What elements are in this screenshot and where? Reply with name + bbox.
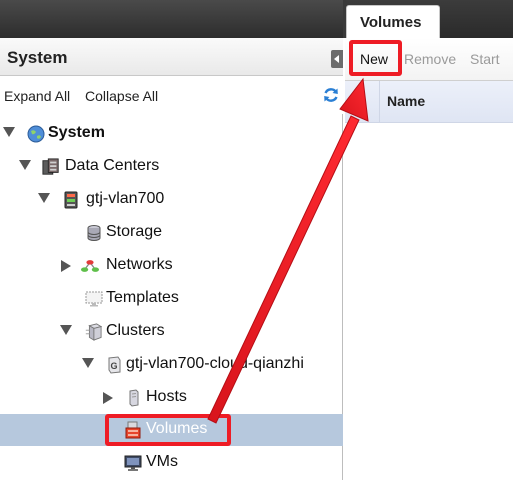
top-header-left bbox=[0, 0, 343, 38]
volumes-grid-header: Name bbox=[345, 81, 513, 123]
tree-node-data-centers[interactable]: Data Centers bbox=[0, 151, 343, 183]
tree-node-clusters[interactable]: Clusters bbox=[0, 316, 343, 348]
expand-all-button[interactable]: Expand All bbox=[4, 88, 70, 104]
tree-node-storage[interactable]: Storage bbox=[0, 217, 343, 249]
tree-node-label: System bbox=[48, 124, 105, 141]
tree-node-templates[interactable]: Templates bbox=[0, 283, 343, 315]
host-icon bbox=[129, 389, 139, 407]
tree-node-label: Networks bbox=[106, 256, 173, 273]
grid-select-column[interactable] bbox=[345, 81, 380, 123]
expand-arrow-icon[interactable] bbox=[82, 358, 94, 368]
storage-icon bbox=[87, 225, 101, 241]
tree-node-gtj-vlan700-cloud-qianzhi[interactable]: G gtj-vlan700-cloud-qianzhi bbox=[0, 349, 343, 381]
tree-panel-title: System bbox=[7, 48, 68, 67]
tree-node-networks[interactable]: Networks bbox=[0, 250, 343, 282]
tree-node-system[interactable]: System bbox=[0, 118, 343, 150]
grid-column-name[interactable]: Name bbox=[387, 93, 425, 109]
svg-text:G: G bbox=[111, 361, 118, 371]
server-rack-icon bbox=[64, 191, 78, 209]
tree-node-hosts[interactable]: Hosts bbox=[0, 382, 343, 414]
tree-node-label: Templates bbox=[106, 289, 179, 306]
tree-node-label: Storage bbox=[106, 223, 163, 240]
gluster-icon: G bbox=[108, 356, 121, 374]
remove-volume-button[interactable]: Remove bbox=[404, 51, 456, 67]
expand-arrow-icon[interactable] bbox=[3, 127, 15, 137]
tree-panel-header: System bbox=[0, 38, 343, 76]
tab-volumes-label: Volumes bbox=[360, 14, 422, 31]
datacenter-icon bbox=[42, 158, 59, 175]
expand-arrow-icon[interactable] bbox=[38, 193, 50, 203]
template-icon bbox=[85, 291, 103, 307]
tree-node-label: Clusters bbox=[106, 322, 165, 339]
expand-arrow-icon[interactable] bbox=[60, 325, 72, 335]
new-button-highlight-box bbox=[349, 40, 402, 76]
refresh-icon[interactable] bbox=[322, 86, 340, 104]
expand-arrow-icon[interactable] bbox=[103, 392, 113, 404]
tree-node-label: Data Centers bbox=[65, 157, 160, 174]
tree-node-label: Hosts bbox=[146, 388, 187, 405]
volumes-highlight-box bbox=[105, 414, 231, 446]
tree-toolbar: Expand All Collapse All bbox=[0, 76, 343, 114]
tree-node-label: gtj-vlan700 bbox=[86, 190, 165, 207]
tab-volumes[interactable]: Volumes bbox=[346, 5, 440, 39]
tree-node-label: gtj-vlan700-cloud-qianzhi bbox=[126, 355, 304, 372]
tree-node-gtj-vlan700[interactable]: gtj-vlan700 bbox=[0, 184, 343, 216]
collapse-panel-button[interactable] bbox=[331, 50, 343, 68]
tree-node-vms[interactable]: VMs bbox=[0, 447, 343, 479]
tree-node-label: VMs bbox=[146, 453, 178, 470]
collapse-all-button[interactable]: Collapse All bbox=[85, 88, 158, 104]
vm-icon bbox=[124, 455, 142, 471]
network-icon bbox=[81, 260, 99, 272]
globe-icon bbox=[27, 125, 45, 143]
cluster-icon bbox=[85, 323, 102, 341]
start-volume-button[interactable]: Start bbox=[470, 51, 500, 67]
expand-arrow-icon[interactable] bbox=[19, 160, 31, 170]
expand-arrow-icon[interactable] bbox=[61, 260, 71, 272]
